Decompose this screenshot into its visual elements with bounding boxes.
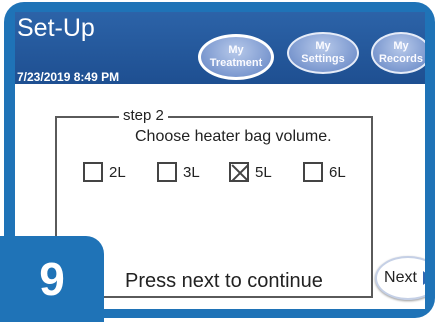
datetime-display: 7/23/2019 8:49 PM: [17, 70, 120, 84]
play-arrow-icon: [422, 271, 425, 285]
step-legend: step 2: [119, 107, 168, 124]
page-title: Set-Up: [17, 14, 95, 42]
option-2l-label: 2L: [109, 163, 126, 181]
next-button-label: Next: [384, 269, 417, 286]
option-5l-label: 5L: [255, 163, 272, 181]
option-3l-label: 3L: [183, 163, 200, 181]
tab-my-settings[interactable]: My Settings: [287, 32, 359, 74]
step-number-badge: 9: [0, 236, 104, 322]
continue-instruction: Press next to continue: [125, 270, 323, 292]
option-2l-checkbox[interactable]: [83, 162, 103, 182]
next-button[interactable]: Next: [375, 256, 425, 300]
tab-my-records[interactable]: My Records: [371, 32, 425, 74]
header-bar: Set-Up 7/23/2019 8:49 PM My Treatment My…: [15, 12, 425, 84]
option-2l[interactable]: 2L: [83, 162, 126, 182]
step-prompt: Choose heater bag volume.: [135, 128, 332, 145]
option-3l-checkbox[interactable]: [157, 162, 177, 182]
option-5l-checkbox[interactable]: [229, 162, 249, 182]
option-6l-checkbox[interactable]: [303, 162, 323, 182]
tab-my-treatment[interactable]: My Treatment: [198, 34, 274, 80]
option-3l[interactable]: 3L: [157, 162, 200, 182]
option-6l[interactable]: 6L: [303, 162, 346, 182]
option-6l-label: 6L: [329, 163, 346, 181]
option-5l[interactable]: 5L: [229, 162, 272, 182]
